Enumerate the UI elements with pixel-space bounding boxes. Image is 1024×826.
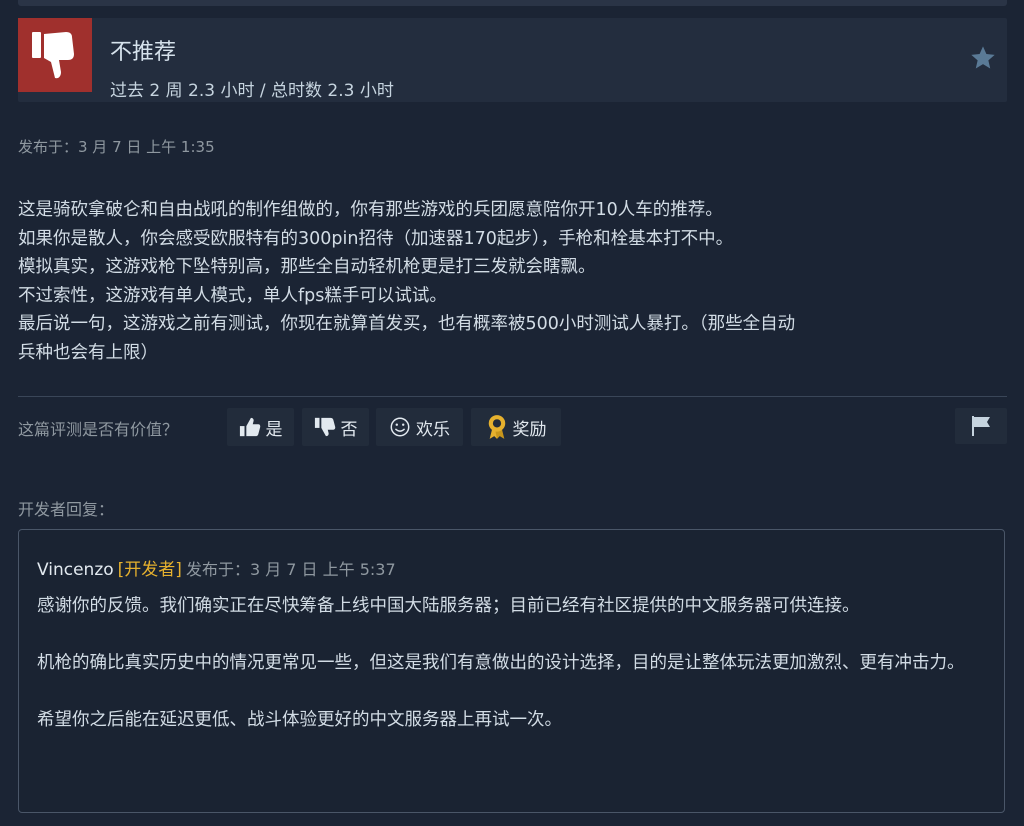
award-label: 奖励 <box>512 419 547 440</box>
review-header: 不推荐 过去 2 周 2.3 小时 / 总时数 2.3 小时 <box>18 18 1007 102</box>
developer-reply-paragraph: 机枪的确比真实历史中的情况更常见一些，但这是我们有意做出的设计选择，目的是让整体… <box>37 653 965 673</box>
developer-reply-box: Vincenzo [开发者] 发布于：3 月 7 日 上午 5:37 感谢你的反馈。… <box>18 529 1005 813</box>
playtime-hours: 过去 2 周 2.3 小时 / 总时数 2.3 小时 <box>110 81 394 101</box>
developer-reply-paragraph: 感谢你的反馈。我们确实正在尽快筹备上线中国大陆服务器；目前已经有社区提供的中文服… <box>37 596 860 616</box>
developer-name[interactable]: Vincenzo <box>37 560 114 580</box>
review-verdict: 不推荐 <box>110 40 177 65</box>
review-line: 不过索性，这游戏有单人模式，单人fps糕手可以试试。 <box>18 285 447 306</box>
review-line: 模拟真实，这游戏枪下坠特别高，那些全自动轻机枪更是打三发就会瞎飘。 <box>18 257 596 277</box>
vote-yes-button[interactable]: 是 <box>227 408 294 446</box>
thumbs-down-icon <box>314 417 335 437</box>
thumbs-down-icon <box>32 32 74 79</box>
top-bar <box>18 0 1007 6</box>
helpful-question: 这篇评测是否有价值？ <box>18 420 179 439</box>
star-icon[interactable] <box>969 44 997 72</box>
review-posted-date: 发布于：3 月 7 日 上午 1:35 <box>18 138 215 156</box>
vote-no-button[interactable]: 否 <box>302 408 369 446</box>
review-line: 这是骑砍拿破仑和自由战吼的制作组做的，你有那些游戏的兵团愿意陪你开10人车的推荐… <box>18 200 723 220</box>
developer-reply-label: 开发者回复： <box>18 500 115 519</box>
developer-reply-body: 感谢你的反馈。我们确实正在尽快筹备上线中国大陆服务器；目前已经有社区提供的中文服… <box>37 592 987 763</box>
review-body: 这是骑砍拿破仑和自由战吼的制作组做的，你有那些游戏的兵团愿意陪你开10人车的推荐… <box>18 196 1008 367</box>
review-line: 最后说一句，这游戏之前有测试，你现在就算首发买，也有概率被500小时测试人暴打。… <box>18 314 796 334</box>
vote-no-label: 否 <box>340 419 358 440</box>
developer-reply-paragraph: 希望你之后能在延迟更低、战斗体验更好的中文服务器上再试一次。 <box>37 710 562 730</box>
smiley-icon <box>390 417 410 437</box>
award-button[interactable]: 奖励 <box>471 408 561 446</box>
report-button[interactable] <box>955 408 1007 444</box>
not-recommended-badge <box>18 18 92 92</box>
divider <box>18 396 1007 397</box>
developer-reply-header: Vincenzo [开发者] 发布于：3 月 7 日 上午 5:37 <box>37 555 396 580</box>
vote-funny-button[interactable]: 欢乐 <box>376 408 463 446</box>
flag-icon <box>972 416 990 436</box>
vote-funny-label: 欢乐 <box>416 419 450 440</box>
thumbs-up-icon <box>239 417 260 437</box>
award-ribbon-icon <box>488 415 505 439</box>
review-line: 如果你是散人，你会感受欧服特有的300pin招待（加速器170起步），手枪和栓基… <box>18 228 734 249</box>
developer-posted-date: 发布于：3 月 7 日 上午 5:37 <box>185 560 396 579</box>
helpful-row: 这篇评测是否有价值？ 是 否 欢乐 奖励 <box>18 408 1007 446</box>
developer-tag: [开发者] <box>117 560 182 580</box>
review-line: 兵种也会有上限） <box>18 342 158 363</box>
vote-yes-label: 是 <box>265 419 283 440</box>
